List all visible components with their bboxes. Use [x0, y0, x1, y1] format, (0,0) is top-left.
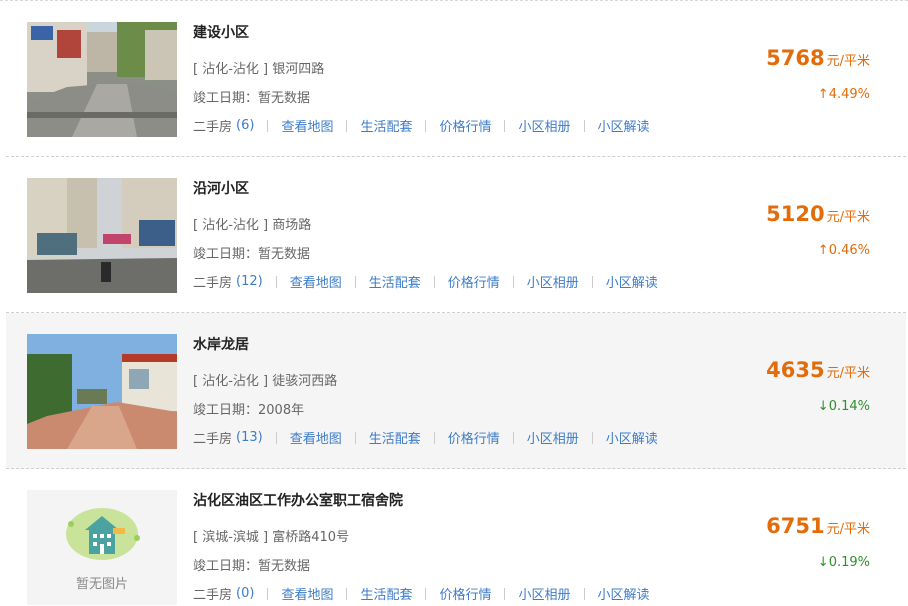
- divider: [433, 275, 435, 288]
- view-map-link[interactable]: 查看地图: [281, 116, 333, 135]
- price-change: ↓0.14%: [817, 399, 870, 414]
- divider: [591, 275, 593, 288]
- community-item: 暂无图片 沾化区油区工作办公室职工宿舍院 [ 滨城-滨城 ] 富桥路410号 竣…: [6, 469, 906, 606]
- price-value: 5768: [766, 46, 825, 70]
- divider: [504, 587, 506, 600]
- price-trend-link[interactable]: 价格行情: [448, 428, 500, 447]
- community-address: [ 沾化-沾化 ] 商场路: [193, 214, 311, 233]
- divider: [583, 587, 585, 600]
- community-item: 建设小区 [ 沾化-沾化 ] 银河四路 竣工日期：暂无数据 二手房 (6) 查看…: [6, 1, 906, 157]
- community-links: 二手房 (13) 查看地图 生活配套 价格行情 小区相册 小区解读: [193, 428, 658, 447]
- community-address: [ 沾化-沾化 ] 徒骇河西路: [193, 370, 337, 389]
- community-links: 二手房 (12) 查看地图 生活配套 价格行情 小区相册 小区解读: [193, 272, 658, 291]
- price-value: 5120: [766, 202, 825, 226]
- completion-date: 竣工日期：暂无数据: [193, 91, 311, 106]
- price-change: ↑0.46%: [817, 243, 870, 258]
- community-photo-placeholder[interactable]: 暂无图片: [27, 490, 177, 605]
- price-change: ↓0.19%: [817, 555, 870, 570]
- divider: [591, 431, 593, 444]
- community-photo[interactable]: [27, 334, 177, 449]
- district[interactable]: [ 沾化-沾化 ]: [193, 218, 268, 233]
- album-link[interactable]: 小区相册: [518, 584, 570, 603]
- life-facilities-link[interactable]: 生活配套: [360, 116, 412, 135]
- price-unit: 元/平米: [826, 210, 870, 225]
- district[interactable]: [ 沾化-沾化 ]: [193, 374, 268, 389]
- road: 徒骇河西路: [272, 374, 338, 389]
- district[interactable]: [ 沾化-沾化 ]: [193, 62, 268, 77]
- road: 银河四路: [272, 62, 325, 77]
- price-unit: 元/平米: [826, 522, 870, 537]
- analysis-link[interactable]: 小区解读: [606, 272, 658, 291]
- price: 5768 元/平米: [766, 46, 870, 70]
- community-address: [ 滨城-滨城 ] 富桥路410号: [193, 526, 349, 545]
- price-trend-link[interactable]: 价格行情: [448, 272, 500, 291]
- completion-date: 竣工日期：暂无数据: [193, 247, 311, 262]
- second-hand-count-link[interactable]: (13): [236, 430, 263, 445]
- no-image-text: 暂无图片: [75, 577, 128, 592]
- divider: [433, 431, 435, 444]
- community-address: [ 沾化-沾化 ] 银河四路: [193, 58, 324, 77]
- completion-date: 竣工日期：2008年: [193, 403, 305, 418]
- price-change: ↑4.49%: [817, 87, 870, 102]
- community-name[interactable]: 沿河小区: [193, 178, 249, 198]
- analysis-link[interactable]: 小区解读: [598, 584, 650, 603]
- community-links: 二手房 (0) 查看地图 生活配套 价格行情 小区相册 小区解读: [193, 584, 650, 603]
- divider: [275, 431, 277, 444]
- community-item: 沿河小区 [ 沾化-沾化 ] 商场路 竣工日期：暂无数据 二手房 (12) 查看…: [6, 157, 906, 313]
- community-name[interactable]: 沾化区油区工作办公室职工宿舍院: [193, 490, 403, 510]
- community-links: 二手房 (6) 查看地图 生活配套 价格行情 小区相册 小区解读: [193, 116, 650, 135]
- price: 4635 元/平米: [766, 358, 870, 382]
- life-facilities-link[interactable]: 生活配套: [369, 272, 421, 291]
- analysis-link[interactable]: 小区解读: [598, 116, 650, 135]
- road: 商场路: [272, 218, 312, 233]
- divider: [267, 587, 269, 600]
- view-map-link[interactable]: 查看地图: [290, 272, 342, 291]
- second-hand-count-link[interactable]: (12): [236, 274, 263, 289]
- price-value: 6751: [766, 514, 825, 538]
- price-trend-link[interactable]: 价格行情: [439, 116, 491, 135]
- price-unit: 元/平米: [826, 54, 870, 69]
- second-hand-label: 二手房: [193, 276, 233, 291]
- second-hand-label: 二手房: [193, 432, 233, 447]
- analysis-link[interactable]: 小区解读: [606, 428, 658, 447]
- second-hand-count-link[interactable]: (0): [236, 586, 254, 601]
- community-name[interactable]: 水岸龙居: [193, 334, 249, 354]
- community-name[interactable]: 建设小区: [193, 22, 249, 42]
- divider: [354, 275, 356, 288]
- divider: [275, 275, 277, 288]
- divider: [425, 587, 427, 600]
- life-facilities-link[interactable]: 生活配套: [369, 428, 421, 447]
- second-hand-count-link[interactable]: (6): [236, 118, 254, 133]
- price-trend-link[interactable]: 价格行情: [439, 584, 491, 603]
- divider: [512, 431, 514, 444]
- divider: [267, 119, 269, 132]
- second-hand-label: 二手房: [193, 588, 233, 603]
- price-value: 4635: [766, 358, 825, 382]
- community-photo[interactable]: [27, 22, 177, 137]
- price: 5120 元/平米: [766, 202, 870, 226]
- price: 6751 元/平米: [766, 514, 870, 538]
- community-photo[interactable]: [27, 178, 177, 293]
- view-map-link[interactable]: 查看地图: [281, 584, 333, 603]
- divider: [512, 275, 514, 288]
- divider: [504, 119, 506, 132]
- second-hand-label: 二手房: [193, 120, 233, 135]
- divider: [425, 119, 427, 132]
- album-link[interactable]: 小区相册: [527, 272, 579, 291]
- district[interactable]: [ 滨城-滨城 ]: [193, 530, 268, 545]
- life-facilities-link[interactable]: 生活配套: [360, 584, 412, 603]
- completion-date: 竣工日期：暂无数据: [193, 559, 311, 574]
- divider: [354, 431, 356, 444]
- divider: [583, 119, 585, 132]
- divider: [346, 587, 348, 600]
- road: 富桥路410号: [272, 530, 350, 545]
- view-map-link[interactable]: 查看地图: [290, 428, 342, 447]
- divider: [346, 119, 348, 132]
- album-link[interactable]: 小区相册: [518, 116, 570, 135]
- price-unit: 元/平米: [826, 366, 870, 381]
- album-link[interactable]: 小区相册: [527, 428, 579, 447]
- community-item: 水岸龙居 [ 沾化-沾化 ] 徒骇河西路 竣工日期：2008年 二手房 (13)…: [6, 313, 906, 469]
